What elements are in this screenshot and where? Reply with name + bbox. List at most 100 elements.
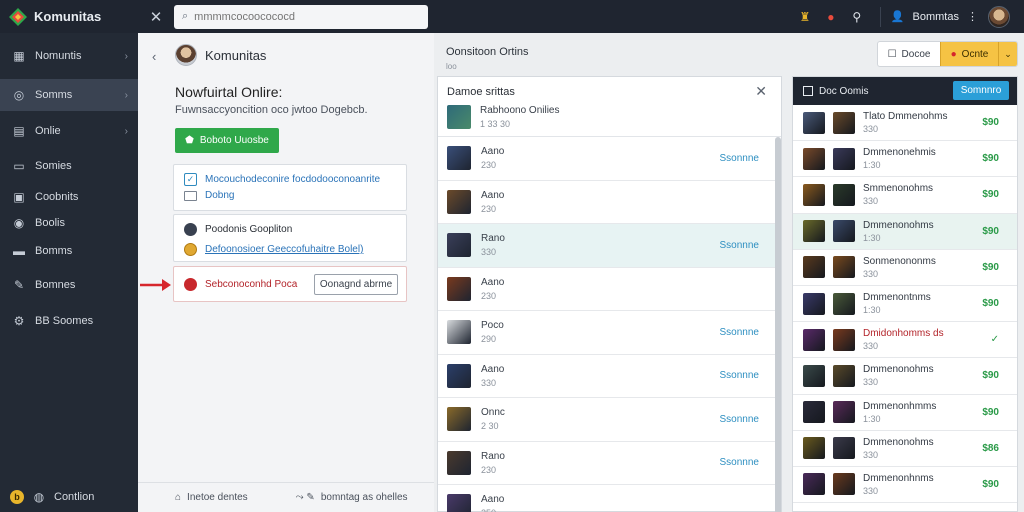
list-item[interactable]: Aano 330 Ssonnne — [438, 355, 781, 398]
page-description: Fuwnsaccyoncition oco jwtoo Dogebcb. — [175, 104, 368, 116]
price-label: $90 — [982, 189, 999, 201]
footer-link-right[interactable]: ⤳ ✎ bomntag as ohelles — [296, 492, 408, 503]
row-action-link[interactable]: Ssonnne — [720, 327, 759, 338]
close-icon[interactable]: ✕ — [140, 8, 172, 26]
notification-icon[interactable]: ● — [818, 10, 844, 24]
item-thumbnail — [447, 105, 471, 129]
sidebar-item-1[interactable]: ◎ Somms › — [0, 79, 138, 111]
offer-row[interactable]: Dmmenontnms 1:30 $90 — [793, 286, 1017, 323]
checkbox-icon[interactable]: ✓ — [184, 173, 197, 186]
row-action-link[interactable]: Ssonnne — [720, 370, 759, 381]
info-icon: ⌂ — [175, 492, 182, 503]
offer-row[interactable]: Smmenonohms 330 $90 — [793, 177, 1017, 214]
grid-icon: ▦ — [13, 49, 25, 63]
offer-row[interactable]: Tlato Dmmenohms 330 $90 — [793, 105, 1017, 142]
trophy-icon[interactable]: ♜ — [792, 10, 818, 24]
sidebar-item-6[interactable]: ▬ Bomms — [0, 236, 138, 266]
option-card-1[interactable]: ✓ Mocouchodeconire focdodooconoanrite Do… — [173, 164, 407, 211]
sidebar-footer[interactable]: b ◍ Contlion — [0, 482, 138, 512]
card-link[interactable]: Defoonosioer Geeccofuhaitre Bolel) — [205, 244, 363, 255]
status-dot-icon — [184, 223, 197, 236]
offer-row[interactable]: Dmidonhomms ds 330 ✓ — [793, 322, 1017, 359]
list-item[interactable]: Rano 330 Ssonnne — [438, 224, 781, 268]
close-icon[interactable]: ✕ — [755, 83, 767, 100]
row-action-link[interactable]: Ssonnne — [720, 240, 759, 251]
list-item[interactable]: Aano 230 — [438, 268, 781, 311]
offers-action-button[interactable]: Somnnro — [953, 81, 1009, 100]
offer-row[interactable]: Dmmenonhnms 330 $90 — [793, 467, 1017, 504]
page-title: Nowfuirtal Onlire: — [175, 84, 283, 100]
search-input[interactable] — [194, 10, 395, 23]
list-item[interactable]: Aano 230 — [438, 181, 781, 224]
list-item[interactable]: Onnc 2 30 Ssonnne — [438, 398, 781, 442]
row-action-link[interactable]: Ssonnne — [720, 457, 759, 468]
avatar[interactable] — [988, 5, 1010, 28]
coin-icon — [184, 243, 197, 256]
shield-icon: ⬟ — [185, 135, 194, 146]
sidebar-item-7[interactable]: ✎ Bomnes — [0, 266, 138, 304]
sidebar-item-5[interactable]: ◉ Boolis — [0, 210, 138, 236]
list-item[interactable]: Poco 290 Ssonnne — [438, 311, 781, 355]
offer-row[interactable]: Dmmenonehmis 1:30 $90 — [793, 141, 1017, 178]
arrow-right-icon — [140, 279, 171, 291]
sidebar-item-3[interactable]: ▭ Somies — [0, 150, 138, 182]
sidebar-item-2[interactable]: ▤ Onlie › — [0, 115, 138, 147]
footer-link-left[interactable]: ⌂ Inetoe dentes — [175, 492, 248, 503]
item-thumbnail — [833, 364, 855, 387]
search-top-icon[interactable]: ⚲ — [844, 10, 870, 24]
user-menu[interactable]: 👤 Bommtas ⋮ — [891, 10, 988, 24]
wrench-icon: ✎ — [13, 278, 25, 292]
item-thumbnail — [803, 473, 825, 496]
alert-card: Sebconoconhd Poca Oonagnd abrme — [173, 266, 407, 302]
fire-icon: ● — [950, 48, 957, 60]
offer-row[interactable]: Dmmenonhmms 1:30 $90 — [793, 395, 1017, 431]
panel-header-name: Komunitas — [205, 47, 267, 63]
primary-action-button[interactable]: ⬟ Boboto Uuosbe — [175, 128, 279, 153]
sidebar-item-4[interactable]: ▣ Coobnits — [0, 184, 138, 210]
sort-button[interactable]: ● Ocnte — [940, 42, 998, 66]
item-list-panel: Damoe srittas ✕ Rabhoono Onilies 1 33 30… — [437, 76, 782, 512]
list-item[interactable]: Aano 230 Ssonnne — [438, 137, 781, 181]
item-thumbnail — [833, 256, 855, 279]
offer-row[interactable]: Dmmenonohms 330 $86 — [793, 431, 1017, 467]
offer-row[interactable]: Dmmenonohms 330 $90 — [793, 358, 1017, 395]
chevron-down-icon[interactable]: ⌄ — [998, 42, 1017, 66]
app-logo[interactable]: Komunitas — [0, 7, 140, 27]
selected-item[interactable]: Rabhoono Onilies 1 33 30 — [447, 105, 560, 129]
avatar[interactable] — [175, 44, 197, 66]
row-action-link[interactable]: Ssonnne — [720, 153, 759, 164]
list-item[interactable]: Aano250 — [438, 485, 781, 512]
screen-icon: ▭ — [13, 159, 25, 173]
sidebar-item-8[interactable]: ⚙ BB Soomes — [0, 304, 138, 338]
image-icon — [184, 190, 197, 201]
sidebar-item-0[interactable]: ▦ Nomuntis › — [0, 40, 138, 72]
offer-row[interactable]: Dmmenonohms 1:30 $90 — [793, 213, 1017, 250]
user-name: Bommtas — [912, 10, 959, 23]
list-item[interactable]: Rano 230 Ssonnne — [438, 442, 781, 485]
target-icon: ◉ — [13, 216, 25, 230]
gear-icon: ⚙ — [13, 314, 25, 328]
item-thumbnail — [833, 111, 855, 134]
scrollbar[interactable] — [775, 137, 781, 512]
price-label: $90 — [982, 225, 999, 237]
offers-panel-header: Doc Oomis Somnnro — [793, 77, 1017, 105]
divider — [879, 6, 881, 27]
top-right-actions: ♜ ● ⚲ 👤 Bommtas ⋮ — [792, 0, 1024, 33]
search-bar[interactable]: ⌕ — [174, 4, 428, 29]
change-button[interactable]: Oonagnd abrme — [314, 274, 398, 295]
filter-button[interactable]: ☐ Docoe — [878, 42, 940, 66]
price-label: $90 — [982, 406, 999, 418]
item-thumbnail — [447, 276, 471, 301]
item-thumbnail — [803, 256, 825, 279]
item-thumbnail — [803, 364, 825, 387]
price-label: $90 — [982, 117, 999, 129]
option-card-2[interactable]: Poodonis Goopliton Defoonosioer Geeccofu… — [173, 214, 407, 262]
row-action-link[interactable]: Ssonnne — [720, 414, 759, 425]
more-icon[interactable]: ⋮ — [967, 10, 978, 23]
back-chevron-icon[interactable]: ‹ — [152, 49, 156, 64]
price-label: $90 — [982, 298, 999, 310]
offer-row[interactable]: Sonmenononms 330 $90 — [793, 250, 1017, 286]
section-subtitle: loo — [446, 62, 457, 71]
item-thumbnail — [803, 437, 825, 460]
item-thumbnail — [447, 146, 471, 171]
